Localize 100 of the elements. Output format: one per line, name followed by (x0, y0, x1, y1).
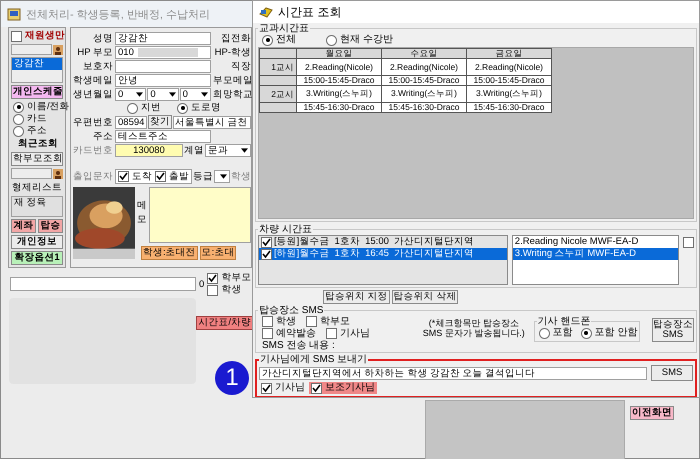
address-field[interactable]: 서울특별시 금천 (173, 116, 251, 128)
invite-button[interactable]: 모:초대 (200, 246, 236, 260)
checkbox-label: 보조기사님 (325, 382, 375, 394)
checkbox[interactable] (207, 284, 218, 296)
caret-icon (220, 174, 227, 179)
text-field[interactable] (10, 277, 196, 291)
text-field[interactable] (115, 60, 211, 72)
table-cell: 15:45-16:30-Draco (296, 102, 382, 112)
find-button[interactable]: 찾기 (148, 115, 172, 129)
checkbox-label: 기사님 (275, 382, 305, 394)
sidebar-button[interactable]: 개인정보 (11, 235, 63, 249)
checkbox-label: 학생 (221, 284, 242, 296)
checkbox[interactable] (326, 328, 337, 339)
count-label: 0 (199, 278, 204, 290)
list-item[interactable]: 3.Writing 스누피 MWF-EA-D (512, 248, 678, 260)
radio-button[interactable] (13, 114, 24, 125)
field-label: 출입문자 (73, 170, 113, 183)
field-label: 집전화 (220, 32, 251, 44)
radio-button[interactable] (13, 102, 24, 113)
text-field[interactable]: 강감찬 (115, 32, 211, 44)
sms-button[interactable]: SMS (651, 365, 693, 381)
text-field[interactable]: 08594 (115, 116, 147, 128)
pickup-position-button[interactable]: 탑승위치 지정 (323, 290, 390, 304)
text-field[interactable]: 010 (115, 46, 211, 58)
schedule-button[interactable]: 개인스케줄 (11, 85, 63, 100)
note-text: (*체크항목만 탑승장소 SMS 문자가 발송됩니다.) (422, 317, 526, 338)
radio-label: 포함 안함 (594, 327, 638, 339)
invite-button[interactable]: 학생:초대전 (141, 246, 198, 260)
dropdown-field[interactable]: 문과 (205, 144, 251, 156)
checkbox-label: 학부모 (221, 272, 252, 284)
parent-search-button[interactable]: 학부모조회 (11, 152, 63, 166)
radio-button[interactable] (177, 102, 188, 114)
checkbox[interactable] (261, 382, 272, 394)
radio-button[interactable] (538, 328, 550, 338)
field-label: 직장 (230, 60, 251, 72)
group-label: 탑승장소 SMS (258, 305, 324, 316)
checkbox[interactable] (261, 236, 272, 248)
radio-button[interactable] (13, 126, 24, 137)
text-field[interactable]: 안녕 (115, 74, 211, 86)
recipient-option[interactable]: 기사님 (259, 382, 307, 394)
search-field[interactable] (11, 168, 52, 180)
radio-button[interactable] (262, 34, 273, 46)
checkbox[interactable] (261, 248, 272, 260)
caret-icon (241, 148, 248, 152)
checkbox[interactable] (118, 171, 129, 182)
window-title: 시간표 조회 (278, 4, 342, 20)
checkbox[interactable] (207, 272, 218, 284)
checkbox[interactable] (683, 237, 694, 248)
checkbox-label: 예약발송 (276, 328, 316, 339)
checkbox[interactable] (155, 171, 166, 182)
table-cell: 15:00-15:45-Draco (296, 76, 382, 86)
table-cell: 15:00-15:45-Draco (466, 76, 552, 86)
field-label: 주소 (92, 130, 113, 142)
person-icon[interactable] (53, 44, 63, 54)
caret-icon (168, 92, 176, 96)
checkbox[interactable] (306, 316, 317, 327)
dropdown-field[interactable]: 0 (180, 88, 211, 100)
app-icon (259, 5, 273, 19)
text-field[interactable]: 테스트주소 (115, 130, 211, 142)
person-icon[interactable] (53, 168, 63, 179)
sidebar-button[interactable]: 계좌 (11, 219, 36, 233)
memo-field[interactable] (148, 187, 251, 243)
checkbox[interactable] (311, 382, 322, 394)
window-title: 전체처리- 학생등록, 반배정, 수납처리 (26, 8, 210, 22)
card-number-field[interactable]: 130080 (115, 144, 183, 156)
checkbox[interactable] (262, 316, 273, 327)
recipient-option[interactable]: 보조기사님 (309, 382, 377, 394)
back-button[interactable]: 이전화면 (630, 406, 674, 420)
radio-button[interactable] (580, 328, 592, 338)
row-header: 1교시 (260, 58, 296, 76)
table-cell: 3.Writing(스누피) (382, 86, 466, 102)
table-cell: 2.Reading(Nicole) (296, 58, 382, 76)
list-item[interactable]: 재 정육 (12, 197, 62, 210)
dropdown-field[interactable] (214, 170, 230, 183)
sidebar-button[interactable]: 확장옵션1 (11, 251, 63, 265)
pickup-position-button[interactable]: 탑승위치 삭제 (392, 290, 458, 304)
radio-button[interactable] (127, 102, 138, 114)
checkbox-label: 출발 (169, 170, 189, 182)
search-field[interactable] (11, 44, 52, 55)
table-cell: 15:45-16:30-Draco (382, 102, 466, 112)
table-cell: 15:45-16:30-Draco (466, 102, 552, 112)
message-field[interactable]: 가산디지털단지역에서 하차하는 학생 강감찬 오늘 결석입니다 (259, 366, 648, 380)
group-label: 기사 핸드폰 (536, 316, 592, 327)
list-item[interactable]: [등원]월수금 1호차 15:00 가산디지털단지역 (259, 236, 507, 248)
dropdown-field[interactable]: 0 (115, 88, 146, 100)
radio-label: 카드 (27, 113, 47, 126)
recent-label: 최근조회 (17, 137, 59, 150)
radio-label: 도로명 (191, 102, 221, 114)
checkbox[interactable] (11, 30, 22, 42)
timetable-button[interactable]: 시간표/차량 (196, 316, 253, 330)
list-item[interactable]: 강감찬 (12, 58, 62, 70)
table-cell: 2.Reading(Nicole) (466, 58, 552, 76)
list-item[interactable]: 2.Reading Nicole MWF-EA-D (512, 236, 678, 248)
list-item[interactable]: [하원]월수금 1호차 16:45 가산디지털단지역 (259, 248, 507, 260)
radio-button[interactable] (326, 34, 337, 46)
checkbox[interactable] (262, 328, 273, 339)
app-icon (7, 7, 21, 21)
dropdown-field[interactable]: 0 (147, 88, 179, 100)
send-sms-button[interactable]: 탑승장소 SMS (652, 318, 694, 342)
sidebar-button[interactable]: 탑승 (38, 219, 63, 233)
